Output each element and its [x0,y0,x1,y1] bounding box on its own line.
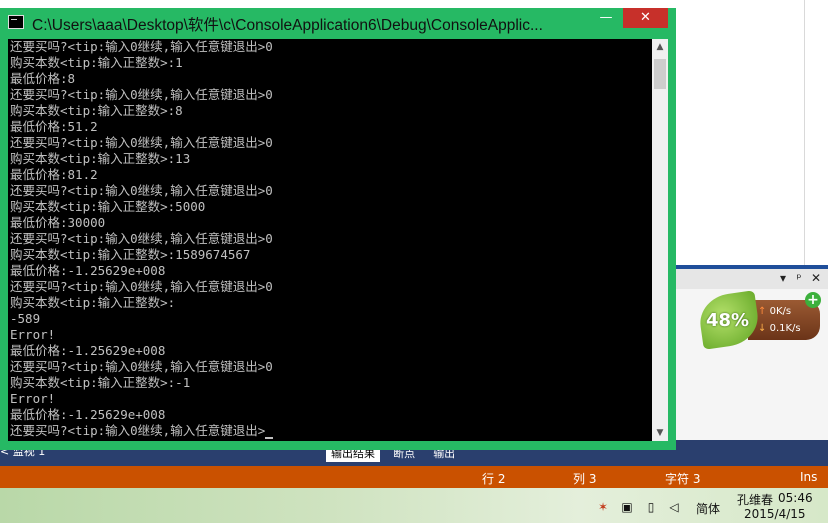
memory-percent: 48% [706,310,750,331]
battery-icon[interactable]: ▯ [644,500,658,514]
console-line: 最低价格:81.2 [10,167,98,182]
console-app-icon[interactable] [8,15,24,29]
console-line: 购买本数<tip:输入正整数>:-1 [10,375,191,390]
console-line: 购买本数<tip:输入正整数>:13 [10,151,191,166]
background-panel-header: ▾ ᵖ ✕ [676,269,828,289]
console-line: 还要买吗?<tip:输入0继续,输入任意键退出>0 [10,87,273,102]
upload-arrow-icon: ↑ [758,306,767,317]
status-row: 行 2 [482,472,506,486]
network-speed-widget[interactable]: 48% ↑ 0K/s ↓ 0.1K/s + [696,290,825,350]
console-line: Error! [10,391,56,406]
close-button[interactable]: ✕ [623,8,668,28]
console-line: 还要买吗?<tip:输入0继续,输入任意键退出> [10,423,274,439]
console-line: 购买本数<tip:输入正整数>:8 [10,103,183,118]
window-title: C:\Users\aaa\Desktop\软件\c\ConsoleApplica… [32,17,543,34]
console-line: 最低价格:-1.25629e+008 [10,407,166,422]
ide-status-bar: 行 2 列 3 字符 3 Ins [0,466,828,488]
background-editor-area [676,0,828,265]
panel-pin-icon[interactable]: ᵖ [792,271,806,285]
console-text: 还要买吗?<tip:输入0继续,输入任意键退出>0 购买本数<tip:输入正整数>… [10,39,274,439]
console-line: 最低价格:8 [10,71,76,86]
console-window[interactable]: C:\Users\aaa\Desktop\软件\c\ConsoleApplica… [0,8,676,450]
scroll-up-icon[interactable]: ▲ [652,39,668,55]
download-speed: ↓ 0.1K/s [758,323,801,334]
console-scrollbar[interactable]: ▲ ▼ [652,39,668,441]
background-divider [804,0,805,265]
scroll-down-icon[interactable]: ▼ [652,425,668,441]
console-line: -589 [10,311,41,326]
background-ide-panel: ▾ ᵖ ✕ [676,0,828,440]
console-line: 购买本数<tip:输入正整数>:1 [10,55,183,70]
console-line: 购买本数<tip:输入正整数>: [10,295,176,310]
panel-close-icon[interactable]: ✕ [809,271,823,285]
speaker-icon[interactable]: ◁ [667,500,681,514]
clock-time[interactable]: 05:46 [778,491,813,505]
clock-date[interactable]: 2015/4/15 [744,507,806,521]
console-line: 购买本数<tip:输入正整数>:5000 [10,199,206,214]
console-line: 还要买吗?<tip:输入0继续,输入任意键退出>0 [10,279,273,294]
console-line: 购买本数<tip:输入正整数>:1589674567 [10,247,251,262]
upload-value: 0K/s [769,306,792,317]
minimize-button[interactable]: — [593,8,619,28]
console-line: 最低价格:-1.25629e+008 [10,343,166,358]
download-value: 0.1K/s [769,323,801,334]
user-name: 孔维春 [737,493,774,507]
download-arrow-icon: ↓ [758,323,767,334]
network-icon[interactable]: ▣ [620,500,634,514]
console-line: 还要买吗?<tip:输入0继续,输入任意键退出>0 [10,39,273,54]
console-output[interactable]: 还要买吗?<tip:输入0继续,输入任意键退出>0 购买本数<tip:输入正整数>… [8,39,652,441]
console-line: 还要买吗?<tip:输入0继续,输入任意键退出>0 [10,231,273,246]
status-insert-mode: Ins [800,470,818,484]
ime-indicator[interactable]: 简体 [696,500,720,517]
scroll-thumb[interactable] [654,59,666,89]
console-line: 最低价格:51.2 [10,119,98,134]
console-titlebar[interactable]: C:\Users\aaa\Desktop\软件\c\ConsoleApplica… [0,8,676,38]
taskbar: ✶ ▣ ▯ ◁ 简体 孔维春 05:46 2015/4/15 [0,488,828,523]
upload-speed: ↑ 0K/s [758,306,791,317]
panel-dropdown-icon[interactable]: ▾ [776,271,790,285]
app-tray-icon[interactable]: ✶ [596,500,610,514]
console-line: 还要买吗?<tip:输入0继续,输入任意键退出>0 [10,183,273,198]
console-cursor [265,437,274,439]
console-line: 最低价格:30000 [10,215,106,230]
status-char: 字符 3 [665,472,701,486]
add-icon[interactable]: + [805,292,821,308]
status-col: 列 3 [573,472,597,486]
console-line: Error! [10,327,56,342]
console-line: 还要买吗?<tip:输入0继续,输入任意键退出>0 [10,359,273,374]
console-line: 最低价格:-1.25629e+008 [10,263,166,278]
console-line: 还要买吗?<tip:输入0继续,输入任意键退出>0 [10,135,273,150]
